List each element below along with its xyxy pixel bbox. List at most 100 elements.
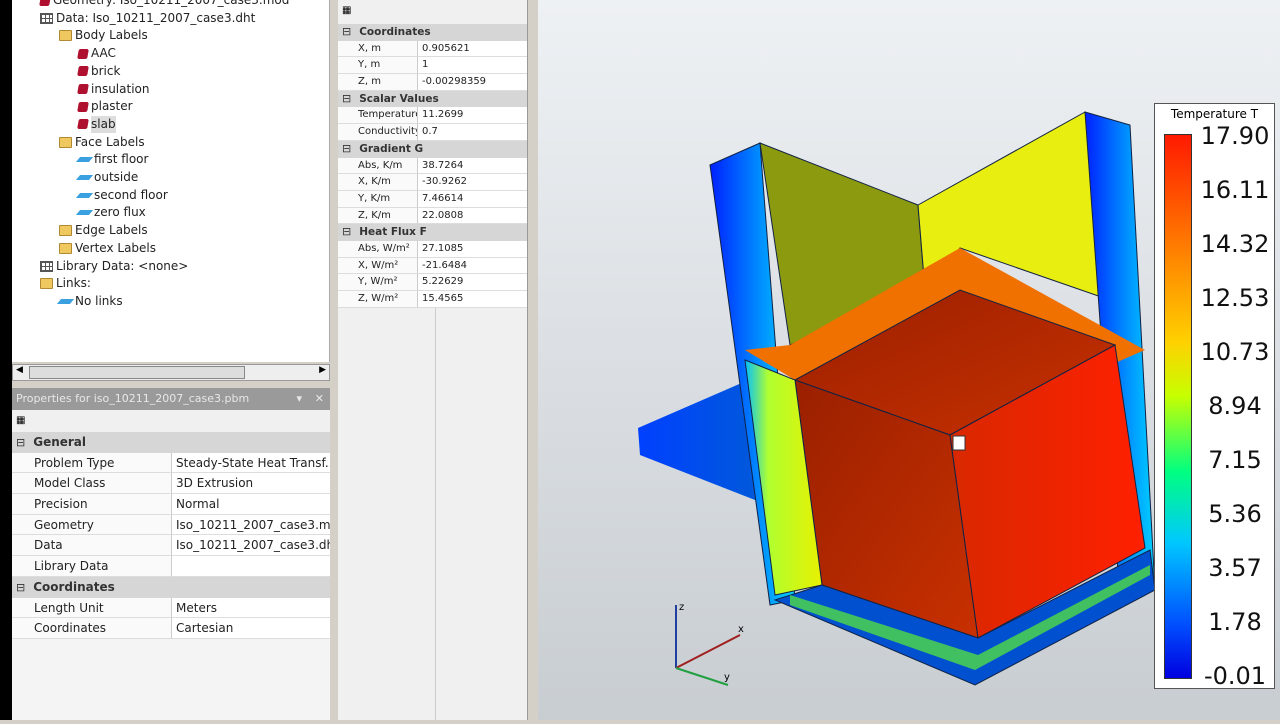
property-value[interactable]: -0.00298359 xyxy=(418,74,527,91)
property-value[interactable]: Cartesian xyxy=(172,618,330,639)
property-value[interactable]: 27.1085 xyxy=(418,240,527,258)
property-row[interactable]: X, m 0.905621 xyxy=(338,40,527,58)
tree-horizontal-scrollbar[interactable]: ◀ ▶ xyxy=(12,364,330,381)
property-row[interactable]: Precision Normal xyxy=(12,494,330,515)
folder-open-icon xyxy=(40,278,53,290)
tree-item[interactable]: outside xyxy=(75,169,138,186)
property-value[interactable]: 1 xyxy=(418,57,527,75)
property-value[interactable]: -30.9262 xyxy=(418,174,527,191)
tree-item[interactable]: AAC xyxy=(77,45,116,62)
category-header[interactable]: ⊟ Heat Flux F xyxy=(338,224,527,241)
tree-item-label: Face Labels xyxy=(75,134,145,149)
property-row[interactable]: X, W/m² -21.6484 xyxy=(338,257,527,275)
property-value[interactable]: Normal xyxy=(172,494,330,515)
categorized-view-icon[interactable]: ▦ xyxy=(12,410,330,432)
property-row[interactable]: Length Unit Meters xyxy=(12,597,330,619)
collapse-icon[interactable]: ⊟ xyxy=(16,581,25,594)
collapse-icon[interactable]: ⊟ xyxy=(16,436,25,449)
3d-viewport[interactable]: z x y Temperature T 17.90 16.11 14.32 12.53… xyxy=(538,0,1280,720)
property-value[interactable]: 7.46614 xyxy=(418,190,527,208)
folder-open-icon xyxy=(59,30,72,42)
property-value[interactable]: 38.7264 xyxy=(418,157,527,175)
property-value[interactable]: 0.7 xyxy=(418,124,527,141)
property-value[interactable]: 3D Extrusion xyxy=(172,473,330,495)
tree-item[interactable]: brick xyxy=(77,63,120,80)
category-header[interactable]: ⊟ General xyxy=(12,432,330,453)
tree-item-label: slab xyxy=(91,115,116,133)
tree-item[interactable]: Face Labels xyxy=(59,134,145,151)
category-header[interactable]: ⊟ Gradient G xyxy=(338,140,527,158)
property-value[interactable]: 11.2699 xyxy=(418,107,527,125)
tree-item[interactable]: Body Labels xyxy=(59,27,148,44)
property-name: Y, K/m xyxy=(338,190,418,208)
property-name: Y, W/m² xyxy=(338,274,418,291)
tree-item[interactable]: Data: Iso_10211_2007_case3.dht xyxy=(40,10,255,27)
scroll-left-icon[interactable]: ◀ xyxy=(16,365,23,375)
tree-item-label: No links xyxy=(75,293,123,308)
property-row[interactable]: Conductivity l, W0.7 xyxy=(338,124,527,141)
property-value[interactable]: 5.22629 xyxy=(418,274,527,291)
tree-item[interactable]: No links xyxy=(56,293,123,310)
property-value[interactable]: 22.0808 xyxy=(418,207,527,225)
scroll-right-icon[interactable]: ▶ xyxy=(319,365,326,375)
property-value[interactable]: Meters xyxy=(172,597,330,619)
project-tree[interactable]: Geometry: Iso_10211_2007_case3.mod Data: … xyxy=(12,0,330,362)
tree-item-label: zero flux xyxy=(94,205,146,220)
property-row[interactable]: Z, K/m 22.0808 xyxy=(338,207,527,225)
property-value[interactable]: 0.905621 xyxy=(418,40,527,58)
color-scale-bar xyxy=(1164,134,1192,679)
category-name: General xyxy=(33,435,87,449)
legend-tick-label: 7.15 xyxy=(1208,446,1262,474)
property-value[interactable]: Iso_10211_2007_case3.m... xyxy=(172,514,330,536)
property-row[interactable]: Temperature T,11.2699 xyxy=(338,107,527,125)
collapse-icon[interactable]: ⊟ xyxy=(342,25,351,38)
tree-item[interactable]: Geometry: Iso_10211_2007_case3.mod xyxy=(39,0,289,9)
tree-item-label: Data: Iso_10211_2007_case3.dht xyxy=(56,10,256,25)
tree-item[interactable]: Links: xyxy=(40,275,91,292)
collapse-icon[interactable]: ⊟ xyxy=(342,142,351,155)
dropdown-icon[interactable]: ▾ xyxy=(296,388,302,410)
category-header[interactable]: ⊟ Coordinates xyxy=(338,24,527,41)
property-value[interactable]: 15.4565 xyxy=(418,291,527,308)
property-row[interactable]: Z, W/m² 15.4565 xyxy=(338,291,527,308)
tree-item-label: Vertex Labels xyxy=(75,240,157,255)
tree-item[interactable]: Vertex Labels xyxy=(59,240,156,257)
categorized-view-icon[interactable]: ▦ xyxy=(338,0,527,24)
face-icon xyxy=(75,175,94,180)
tree-item-label: Edge Labels xyxy=(75,223,148,238)
tree-item[interactable]: Edge Labels xyxy=(59,222,148,239)
property-value[interactable]: -21.6484 xyxy=(418,257,527,275)
property-row[interactable]: Z, m -0.00298359 xyxy=(338,74,527,91)
category-name: Heat Flux F xyxy=(359,226,427,239)
collapse-icon[interactable]: ⊟ xyxy=(342,225,351,238)
face-icon xyxy=(75,210,94,216)
scroll-thumb[interactable] xyxy=(29,366,245,379)
category-name: Gradient G xyxy=(359,142,424,155)
collapse-icon[interactable]: ⊟ xyxy=(342,92,351,105)
property-row[interactable]: Abs, K/m 38.7264 xyxy=(338,157,527,175)
property-row[interactable]: Coordinates Cartesian xyxy=(12,618,330,639)
tree-item[interactable]: slab xyxy=(77,115,116,133)
property-row[interactable]: Geometry Iso_10211_2007_case3.m... xyxy=(12,514,330,536)
property-value[interactable] xyxy=(172,556,330,577)
property-row[interactable]: Model Class 3D Extrusion xyxy=(12,473,330,495)
tree-item[interactable]: plaster xyxy=(77,98,133,115)
property-row[interactable]: Y, m1 xyxy=(338,57,527,75)
property-value[interactable]: Iso_10211_2007_case3.dht xyxy=(172,535,330,557)
property-row[interactable]: Abs, W/m² 27.1085 xyxy=(338,240,527,258)
tree-item[interactable]: zero flux xyxy=(75,204,146,221)
property-row[interactable]: Y, W/m² 5.22629 xyxy=(338,274,527,291)
category-header[interactable]: ⊟ Scalar Values xyxy=(338,90,527,108)
property-row[interactable]: Problem Type Steady-State Heat Transf... xyxy=(12,452,330,474)
property-row[interactable]: Library Data xyxy=(12,556,330,577)
tree-item[interactable]: Library Data: <none> xyxy=(40,258,188,275)
close-icon[interactable]: ✕ xyxy=(315,388,324,410)
property-value[interactable]: Steady-State Heat Transf... xyxy=(172,452,330,474)
tree-item[interactable]: second floor xyxy=(75,187,168,204)
property-row[interactable]: Y, K/m 7.46614 xyxy=(338,190,527,208)
property-row[interactable]: X, K/m -30.9262 xyxy=(338,174,527,191)
property-row[interactable]: Data Iso_10211_2007_case3.dht xyxy=(12,535,330,557)
tree-item[interactable]: insulation xyxy=(77,81,149,98)
category-header[interactable]: ⊟ Coordinates xyxy=(12,576,330,598)
tree-item[interactable]: first floor xyxy=(75,151,148,168)
